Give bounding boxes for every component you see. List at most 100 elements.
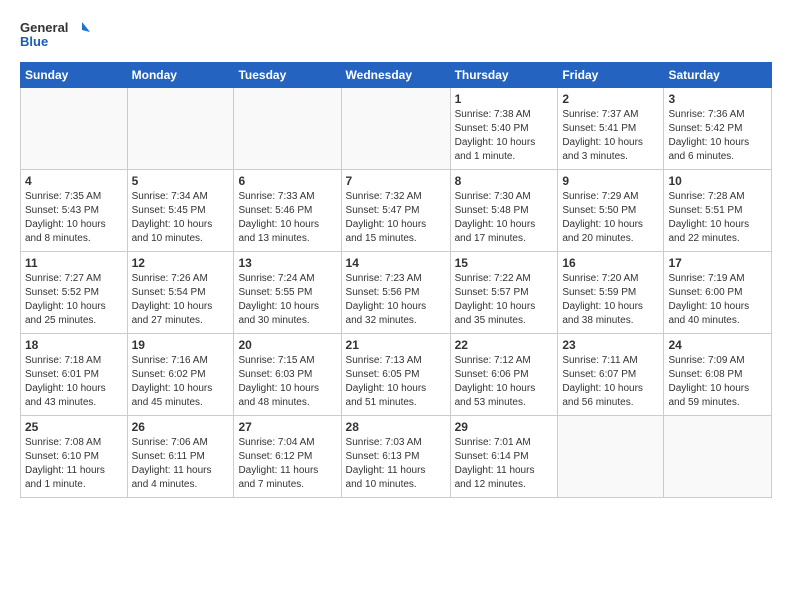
day-number: 27 [238, 419, 336, 435]
calendar-cell: 8Sunrise: 7:30 AM Sunset: 5:48 PM Daylig… [450, 170, 558, 252]
day-number: 10 [668, 173, 767, 189]
day-info: Sunrise: 7:15 AM Sunset: 6:03 PM Dayligh… [238, 354, 336, 410]
calendar-cell: 15Sunrise: 7:22 AM Sunset: 5:57 PM Dayli… [450, 252, 558, 334]
day-number: 19 [132, 337, 230, 353]
day-info: Sunrise: 7:27 AM Sunset: 5:52 PM Dayligh… [25, 272, 123, 328]
calendar-week-4: 18Sunrise: 7:18 AM Sunset: 6:01 PM Dayli… [21, 334, 772, 416]
day-number: 2 [562, 91, 659, 107]
calendar-cell: 11Sunrise: 7:27 AM Sunset: 5:52 PM Dayli… [21, 252, 128, 334]
calendar-week-5: 25Sunrise: 7:08 AM Sunset: 6:10 PM Dayli… [21, 416, 772, 498]
calendar-cell [234, 88, 341, 170]
day-number: 7 [346, 173, 446, 189]
day-info: Sunrise: 7:30 AM Sunset: 5:48 PM Dayligh… [455, 190, 554, 246]
svg-text:General: General [20, 20, 68, 35]
calendar-week-2: 4Sunrise: 7:35 AM Sunset: 5:43 PM Daylig… [21, 170, 772, 252]
weekday-header-row: SundayMondayTuesdayWednesdayThursdayFrid… [21, 63, 772, 88]
day-info: Sunrise: 7:38 AM Sunset: 5:40 PM Dayligh… [455, 108, 554, 164]
calendar-cell: 29Sunrise: 7:01 AM Sunset: 6:14 PM Dayli… [450, 416, 558, 498]
day-info: Sunrise: 7:24 AM Sunset: 5:55 PM Dayligh… [238, 272, 336, 328]
day-number: 25 [25, 419, 123, 435]
day-info: Sunrise: 7:19 AM Sunset: 6:00 PM Dayligh… [668, 272, 767, 328]
day-number: 29 [455, 419, 554, 435]
day-number: 12 [132, 255, 230, 271]
calendar-cell: 14Sunrise: 7:23 AM Sunset: 5:56 PM Dayli… [341, 252, 450, 334]
day-info: Sunrise: 7:04 AM Sunset: 6:12 PM Dayligh… [238, 436, 336, 492]
day-number: 8 [455, 173, 554, 189]
calendar-cell: 1Sunrise: 7:38 AM Sunset: 5:40 PM Daylig… [450, 88, 558, 170]
day-number: 14 [346, 255, 446, 271]
day-number: 18 [25, 337, 123, 353]
day-info: Sunrise: 7:03 AM Sunset: 6:13 PM Dayligh… [346, 436, 446, 492]
day-number: 23 [562, 337, 659, 353]
day-info: Sunrise: 7:28 AM Sunset: 5:51 PM Dayligh… [668, 190, 767, 246]
calendar-cell: 3Sunrise: 7:36 AM Sunset: 5:42 PM Daylig… [664, 88, 772, 170]
day-number: 20 [238, 337, 336, 353]
day-info: Sunrise: 7:23 AM Sunset: 5:56 PM Dayligh… [346, 272, 446, 328]
day-info: Sunrise: 7:20 AM Sunset: 5:59 PM Dayligh… [562, 272, 659, 328]
day-info: Sunrise: 7:35 AM Sunset: 5:43 PM Dayligh… [25, 190, 123, 246]
weekday-header-saturday: Saturday [664, 63, 772, 88]
calendar-cell: 26Sunrise: 7:06 AM Sunset: 6:11 PM Dayli… [127, 416, 234, 498]
day-number: 15 [455, 255, 554, 271]
day-number: 5 [132, 173, 230, 189]
calendar-cell [664, 416, 772, 498]
calendar-cell: 19Sunrise: 7:16 AM Sunset: 6:02 PM Dayli… [127, 334, 234, 416]
calendar-week-3: 11Sunrise: 7:27 AM Sunset: 5:52 PM Dayli… [21, 252, 772, 334]
calendar-cell [21, 88, 128, 170]
day-info: Sunrise: 7:01 AM Sunset: 6:14 PM Dayligh… [455, 436, 554, 492]
weekday-header-monday: Monday [127, 63, 234, 88]
calendar-cell: 22Sunrise: 7:12 AM Sunset: 6:06 PM Dayli… [450, 334, 558, 416]
calendar-week-1: 1Sunrise: 7:38 AM Sunset: 5:40 PM Daylig… [21, 88, 772, 170]
calendar-cell: 24Sunrise: 7:09 AM Sunset: 6:08 PM Dayli… [664, 334, 772, 416]
calendar-cell: 2Sunrise: 7:37 AM Sunset: 5:41 PM Daylig… [558, 88, 664, 170]
calendar-table: SundayMondayTuesdayWednesdayThursdayFrid… [20, 62, 772, 498]
calendar-cell: 4Sunrise: 7:35 AM Sunset: 5:43 PM Daylig… [21, 170, 128, 252]
day-number: 1 [455, 91, 554, 107]
day-info: Sunrise: 7:29 AM Sunset: 5:50 PM Dayligh… [562, 190, 659, 246]
day-info: Sunrise: 7:37 AM Sunset: 5:41 PM Dayligh… [562, 108, 659, 164]
day-number: 11 [25, 255, 123, 271]
calendar-body: 1Sunrise: 7:38 AM Sunset: 5:40 PM Daylig… [21, 88, 772, 498]
calendar-cell: 6Sunrise: 7:33 AM Sunset: 5:46 PM Daylig… [234, 170, 341, 252]
day-number: 28 [346, 419, 446, 435]
day-info: Sunrise: 7:18 AM Sunset: 6:01 PM Dayligh… [25, 354, 123, 410]
day-number: 6 [238, 173, 336, 189]
day-info: Sunrise: 7:13 AM Sunset: 6:05 PM Dayligh… [346, 354, 446, 410]
weekday-header-sunday: Sunday [21, 63, 128, 88]
calendar-cell: 17Sunrise: 7:19 AM Sunset: 6:00 PM Dayli… [664, 252, 772, 334]
header: General Blue [20, 18, 772, 54]
day-number: 13 [238, 255, 336, 271]
calendar-cell [558, 416, 664, 498]
calendar-cell: 28Sunrise: 7:03 AM Sunset: 6:13 PM Dayli… [341, 416, 450, 498]
calendar-cell: 13Sunrise: 7:24 AM Sunset: 5:55 PM Dayli… [234, 252, 341, 334]
calendar-cell: 10Sunrise: 7:28 AM Sunset: 5:51 PM Dayli… [664, 170, 772, 252]
day-info: Sunrise: 7:32 AM Sunset: 5:47 PM Dayligh… [346, 190, 446, 246]
calendar-cell: 20Sunrise: 7:15 AM Sunset: 6:03 PM Dayli… [234, 334, 341, 416]
day-number: 4 [25, 173, 123, 189]
calendar-cell [127, 88, 234, 170]
page: General Blue SundayMondayTuesdayWednesda… [0, 0, 792, 508]
day-number: 9 [562, 173, 659, 189]
day-info: Sunrise: 7:33 AM Sunset: 5:46 PM Dayligh… [238, 190, 336, 246]
day-number: 3 [668, 91, 767, 107]
weekday-header-tuesday: Tuesday [234, 63, 341, 88]
calendar-cell: 25Sunrise: 7:08 AM Sunset: 6:10 PM Dayli… [21, 416, 128, 498]
weekday-header-friday: Friday [558, 63, 664, 88]
logo-svg: General Blue [20, 18, 90, 54]
calendar-cell [341, 88, 450, 170]
day-info: Sunrise: 7:22 AM Sunset: 5:57 PM Dayligh… [455, 272, 554, 328]
day-info: Sunrise: 7:06 AM Sunset: 6:11 PM Dayligh… [132, 436, 230, 492]
calendar-cell: 21Sunrise: 7:13 AM Sunset: 6:05 PM Dayli… [341, 334, 450, 416]
calendar-cell: 12Sunrise: 7:26 AM Sunset: 5:54 PM Dayli… [127, 252, 234, 334]
weekday-header-thursday: Thursday [450, 63, 558, 88]
calendar-cell: 9Sunrise: 7:29 AM Sunset: 5:50 PM Daylig… [558, 170, 664, 252]
calendar-cell: 7Sunrise: 7:32 AM Sunset: 5:47 PM Daylig… [341, 170, 450, 252]
day-info: Sunrise: 7:11 AM Sunset: 6:07 PM Dayligh… [562, 354, 659, 410]
weekday-header-wednesday: Wednesday [341, 63, 450, 88]
day-info: Sunrise: 7:08 AM Sunset: 6:10 PM Dayligh… [25, 436, 123, 492]
calendar-cell: 23Sunrise: 7:11 AM Sunset: 6:07 PM Dayli… [558, 334, 664, 416]
day-number: 21 [346, 337, 446, 353]
day-info: Sunrise: 7:26 AM Sunset: 5:54 PM Dayligh… [132, 272, 230, 328]
calendar-cell: 27Sunrise: 7:04 AM Sunset: 6:12 PM Dayli… [234, 416, 341, 498]
svg-text:Blue: Blue [20, 34, 48, 49]
